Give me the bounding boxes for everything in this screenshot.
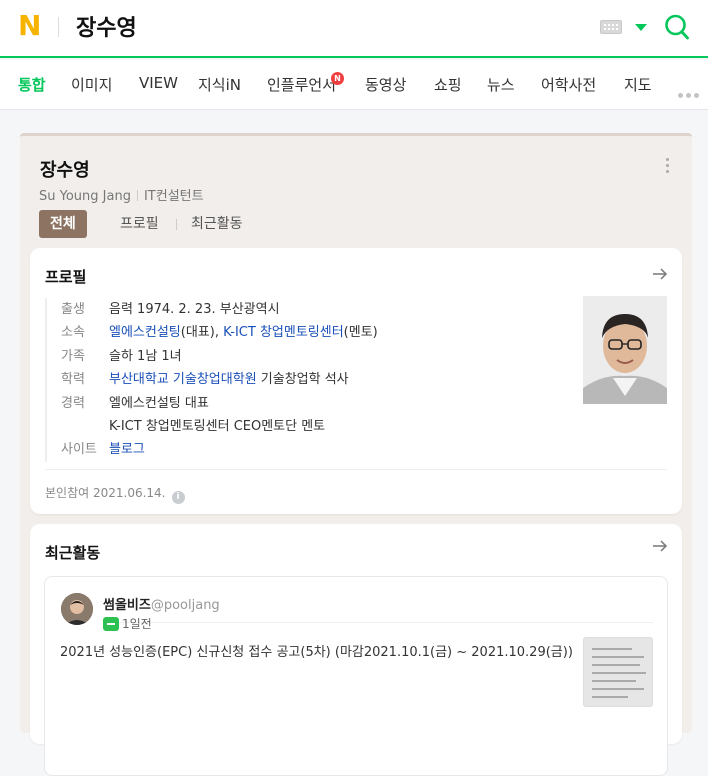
- tab-map[interactable]: 지도: [624, 74, 652, 95]
- self-participation-date: 본인참여 2021.06.14.: [45, 486, 166, 500]
- search-query[interactable]: 장수영: [76, 10, 137, 42]
- naver-logo[interactable]: N: [18, 12, 44, 40]
- keyboard-icon[interactable]: [600, 20, 622, 34]
- profile-photo[interactable]: [583, 296, 667, 404]
- author-name: 썸올비즈: [103, 598, 151, 613]
- avatar[interactable]: [61, 593, 93, 625]
- dropdown-caret-icon[interactable]: [635, 24, 647, 31]
- new-badge: N: [331, 72, 345, 85]
- tab-influencer-label: 인플루언서: [267, 76, 337, 94]
- arrow-right-icon[interactable]: [652, 538, 668, 554]
- affiliation-role: (대표),: [180, 325, 224, 341]
- profile-key: 출생: [61, 302, 85, 317]
- profile-rows: 출생 음력 1974. 2. 23. 부산광역시 소속 엘에스컨설팅(대표), …: [45, 298, 378, 462]
- education-link[interactable]: 부산대학교 기술창업대학원: [109, 372, 257, 387]
- profile-title: 프로필: [45, 268, 87, 286]
- tab-video[interactable]: 동영상: [365, 74, 406, 95]
- profile-value: 블로그: [109, 438, 145, 457]
- tab-shopping[interactable]: 쇼핑: [434, 74, 462, 95]
- profile-value: 엘에스컨설팅 대표: [109, 395, 209, 411]
- search-tabs: 통합 이미지 VIEW 지식iN 인플루언서 N 동영상 쇼핑 뉴스 어학사전 …: [0, 60, 708, 110]
- tab-images[interactable]: 이미지: [71, 74, 112, 95]
- tab-dictionary[interactable]: 어학사전: [541, 74, 596, 95]
- post-author[interactable]: 썸올비즈@pooljang: [103, 594, 220, 613]
- divider: [176, 219, 177, 230]
- profile-value: 슬하 1남 1녀: [109, 348, 182, 364]
- arrow-right-icon[interactable]: [652, 266, 668, 282]
- profile-value: K-ICT 창업멘토링센터 CEO멘토단 멘토: [109, 418, 326, 434]
- profile-key: 경력: [61, 395, 85, 411]
- person-card: 장수영 Su Young Jang IT컨설턴트 전체 프로필 최근활동 프로필 …: [20, 133, 692, 776]
- activity-title: 최근활동: [45, 544, 101, 562]
- content-tab-profile[interactable]: 프로필: [120, 210, 159, 238]
- divider: [45, 469, 667, 470]
- post-meta: 1일전: [103, 615, 152, 632]
- activity-post[interactable]: 썸올비즈@pooljang 1일전 2021년 성능인증(EPC) 신규신청 접…: [44, 576, 668, 776]
- profile-key: 사이트: [61, 442, 97, 458]
- post-text[interactable]: 2021년 성능인증(EPC) 신규신청 접수 공고(5차) (마감2021.1…: [60, 641, 573, 660]
- affiliation-link[interactable]: K-ICT 창업멘토링센터: [223, 325, 344, 340]
- affiliation-link[interactable]: 엘에스컨설팅: [109, 325, 181, 340]
- profile-key: 가족: [61, 348, 85, 364]
- profile-key: 학력: [61, 372, 85, 388]
- person-subtitle: Su Young Jang IT컨설턴트: [39, 185, 204, 204]
- content-tab-all[interactable]: 전체: [39, 210, 87, 238]
- profile-value: 엘에스컨설팅(대표), K-ICT 창업멘토링센터(멘토): [109, 321, 378, 340]
- occupation: IT컨설턴트: [143, 189, 204, 204]
- profile-value: 부산대학교 기술창업대학원 기술창업학 석사: [109, 368, 349, 387]
- header-divider: [58, 17, 59, 37]
- post-thumbnail[interactable]: [583, 637, 653, 707]
- tab-kin[interactable]: 지식iN: [198, 74, 241, 95]
- content-tab-activity[interactable]: 최근활동: [191, 210, 243, 238]
- divider: [136, 190, 138, 201]
- profile-footer: 본인참여 2021.06.14. i: [45, 484, 185, 504]
- profile-key: 소속: [61, 325, 85, 341]
- author-handle: @pooljang: [150, 598, 220, 613]
- info-icon[interactable]: i: [171, 491, 185, 504]
- tab-all[interactable]: 통합: [18, 74, 46, 95]
- more-tabs-icon[interactable]: [678, 83, 702, 102]
- blog-link[interactable]: 블로그: [109, 442, 145, 457]
- more-options-icon[interactable]: [666, 158, 669, 176]
- search-icon[interactable]: [664, 13, 690, 41]
- tab-influencer[interactable]: 인플루언서 N: [267, 72, 345, 95]
- divider: [103, 622, 653, 623]
- profile-section: 프로필 출생 음력 1974. 2. 23. 부산광역시 소속 엘에스컨설팅(대…: [30, 248, 682, 514]
- degree: 기술창업학 석사: [256, 372, 349, 388]
- recent-activity-section: 최근활동 썸올비즈@pooljang 1일전 2021년 성능인증(EPC) 신…: [30, 524, 682, 776]
- tab-news[interactable]: 뉴스: [487, 74, 515, 95]
- tab-view[interactable]: VIEW: [139, 74, 178, 92]
- search-header: N 장수영: [0, 0, 708, 58]
- person-name: 장수영: [40, 160, 90, 181]
- english-name: Su Young Jang: [39, 189, 131, 204]
- affiliation-role: (멘토): [343, 325, 378, 341]
- band-icon: [103, 617, 119, 631]
- profile-value: 음력 1974. 2. 23. 부산광역시: [109, 302, 280, 317]
- post-time: 1일전: [122, 617, 152, 631]
